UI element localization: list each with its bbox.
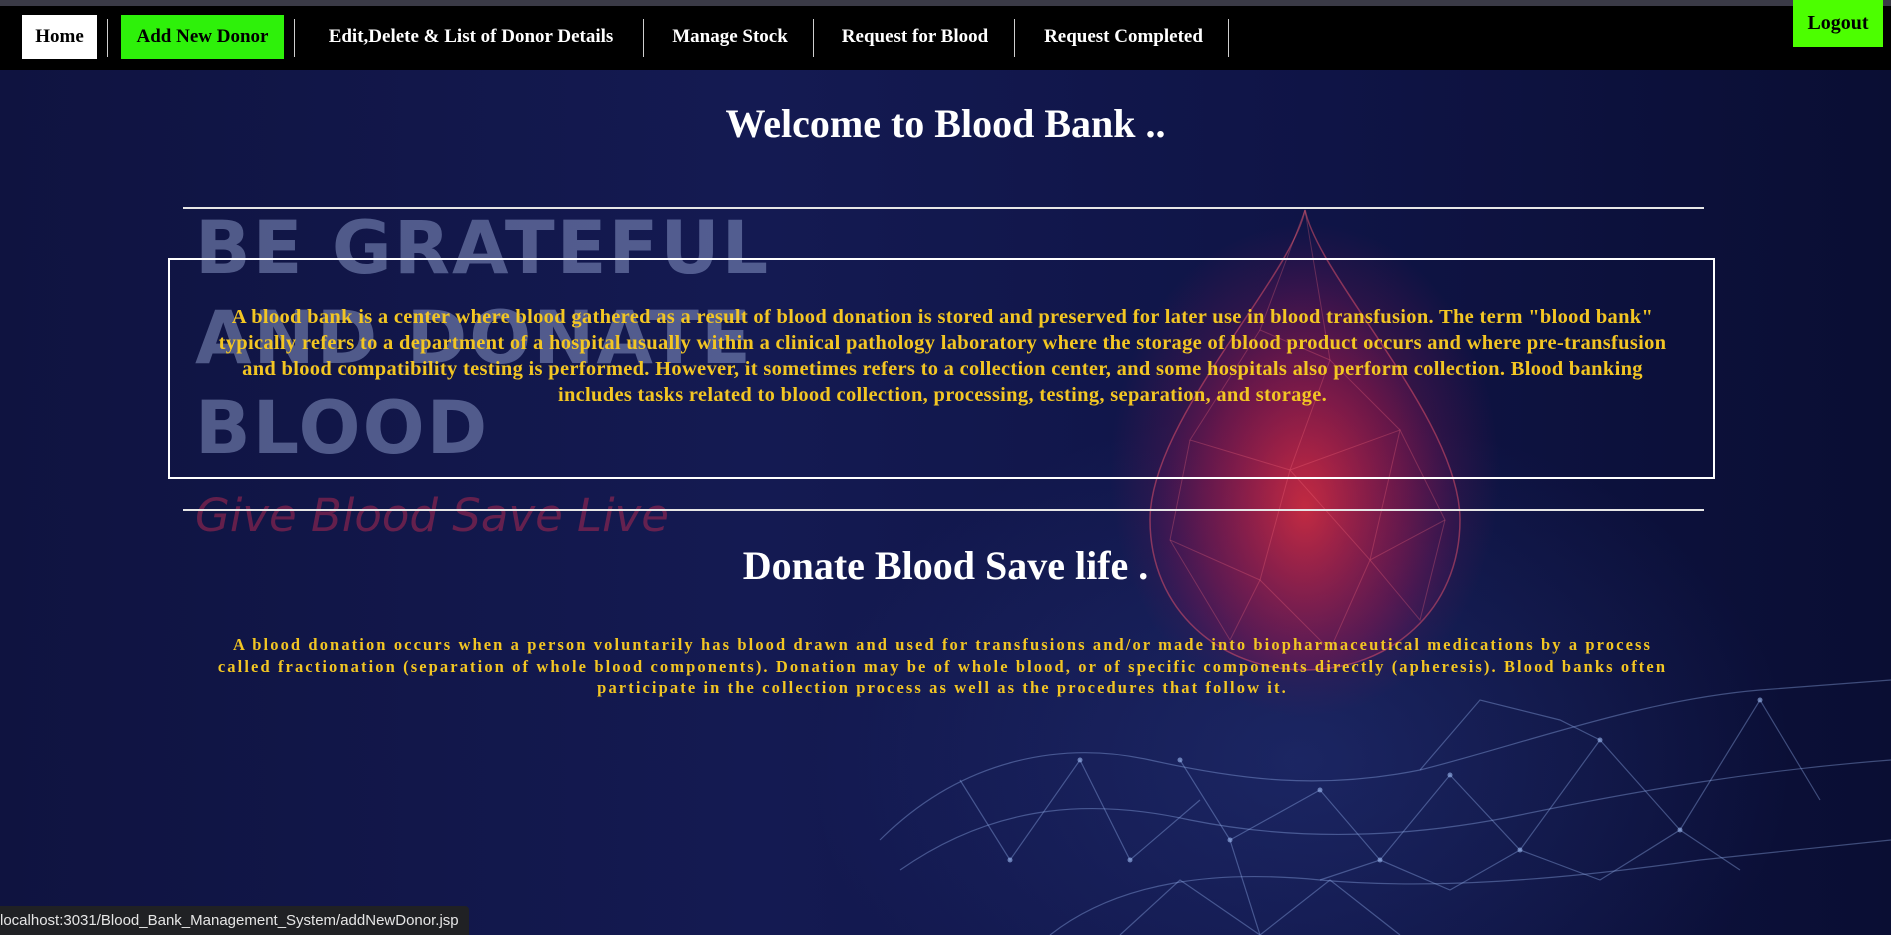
poster-tagline: Give Blood Save Live xyxy=(195,489,669,542)
nav-home[interactable]: Home xyxy=(22,15,97,59)
nav-divider xyxy=(1228,19,1229,57)
logout-button[interactable]: Logout xyxy=(1793,0,1883,47)
nav-edit-delete-list-donors[interactable]: Edit,Delete & List of Donor Details xyxy=(306,15,636,59)
divider-top xyxy=(183,207,1704,209)
divider-bottom xyxy=(183,509,1704,511)
donate-title: Donate Blood Save life . xyxy=(742,543,1149,588)
blood-donation-description: A blood donation occurs when a person vo… xyxy=(217,635,1668,697)
nav-request-completed[interactable]: Request Completed xyxy=(1026,15,1221,59)
nav-divider xyxy=(1014,19,1015,57)
nav-divider xyxy=(107,19,108,57)
welcome-title: Welcome to Blood Bank .. xyxy=(725,101,1166,146)
nav-manage-stock[interactable]: Manage Stock xyxy=(655,15,805,59)
blood-bank-description: A blood bank is a center where blood gat… xyxy=(218,306,1667,406)
nav-divider xyxy=(813,19,814,57)
nav-add-new-donor[interactable]: Add New Donor xyxy=(121,15,284,59)
browser-status-url: localhost:3031/Blood_Bank_Management_Sys… xyxy=(0,906,469,935)
top-navbar: Home Add New Donor Edit,Delete & List of… xyxy=(0,6,1891,70)
nav-divider xyxy=(294,19,295,57)
nav-request-for-blood[interactable]: Request for Blood xyxy=(825,15,1005,59)
nav-divider xyxy=(643,19,644,57)
